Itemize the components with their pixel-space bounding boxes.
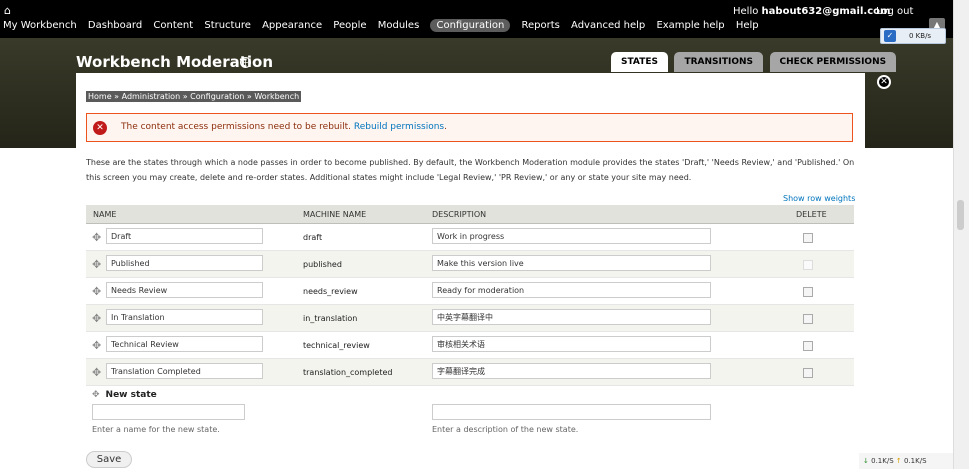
new-state-description-input[interactable] bbox=[432, 404, 711, 420]
header-description: DESCRIPTION bbox=[432, 210, 487, 219]
table-row: ✥ Technical Review technical_review 审核相关… bbox=[86, 332, 854, 359]
drag-handle-icon[interactable]: ✥ bbox=[92, 366, 101, 379]
network-status: ↓ 0.1K/S ↑ 0.1K/S bbox=[859, 453, 953, 469]
nav-item-appearance[interactable]: Appearance bbox=[262, 20, 322, 31]
upload-speed: 0.1K/S bbox=[903, 457, 927, 465]
error-suffix: . bbox=[444, 122, 447, 132]
tab-states[interactable]: STATES bbox=[611, 52, 668, 72]
drag-handle-icon[interactable]: ✥ bbox=[92, 258, 101, 271]
state-description-input[interactable]: Ready for moderation bbox=[432, 282, 711, 298]
machine-name: in_translation bbox=[303, 314, 358, 323]
state-description-input[interactable]: 字幕翻译完成 bbox=[432, 363, 711, 379]
greeting-prefix: Hello bbox=[733, 6, 759, 17]
tab-check-permissions[interactable]: CHECK PERMISSIONS bbox=[769, 52, 897, 72]
speed-widget: ✓ 0 KB/s bbox=[880, 28, 946, 44]
rebuild-permissions-link[interactable]: Rebuild permissions bbox=[354, 122, 444, 132]
error-icon: ✕ bbox=[93, 121, 107, 135]
user-greeting: Hello habout632@gmail.com bbox=[733, 6, 890, 17]
state-name-input[interactable]: Published bbox=[106, 255, 263, 271]
table-row: ✥ Draft draft Work in progress bbox=[86, 224, 854, 251]
close-overlay-icon[interactable]: ✕ bbox=[877, 75, 891, 89]
nav-item-dashboard[interactable]: Dashboard bbox=[88, 20, 142, 31]
logout-link[interactable]: Log out bbox=[876, 6, 913, 17]
delete-checkbox[interactable] bbox=[803, 233, 813, 243]
nav-item-advanced-help[interactable]: Advanced help bbox=[571, 20, 645, 31]
state-name-input[interactable]: Needs Review bbox=[106, 282, 263, 298]
breadcrumb[interactable]: Home » Administration » Configuration » … bbox=[86, 91, 302, 102]
state-name-input[interactable]: In Translation bbox=[106, 309, 263, 325]
drag-handle-icon[interactable]: ✥ bbox=[92, 285, 101, 298]
delete-checkbox[interactable] bbox=[803, 368, 813, 378]
delete-checkbox[interactable] bbox=[803, 287, 813, 297]
drag-handle-icon[interactable]: ✥ bbox=[92, 390, 100, 400]
download-arrow-icon: ↓ bbox=[863, 457, 869, 465]
nav-item-people[interactable]: People bbox=[333, 20, 366, 31]
error-text: The content access permissions need to b… bbox=[121, 122, 352, 132]
delete-checkbox[interactable] bbox=[803, 341, 813, 351]
machine-name: translation_completed bbox=[303, 368, 393, 377]
delete-checkbox bbox=[803, 260, 813, 270]
toolbar-nav: My Workbench Dashboard Content Structure… bbox=[3, 19, 767, 32]
nav-item-structure[interactable]: Structure bbox=[204, 20, 251, 31]
machine-name: technical_review bbox=[303, 341, 370, 350]
tab-transitions[interactable]: TRANSITIONS bbox=[674, 52, 764, 72]
new-state-name-hint: Enter a name for the new state. bbox=[92, 425, 220, 434]
nav-item-my-workbench[interactable]: My Workbench bbox=[3, 20, 77, 31]
machine-name: published bbox=[303, 260, 342, 269]
nav-item-modules[interactable]: Modules bbox=[378, 20, 420, 31]
state-description-input[interactable]: Work in progress bbox=[432, 228, 711, 244]
new-state-label: ✥ New state bbox=[92, 390, 157, 400]
new-state-label-text: New state bbox=[105, 390, 157, 400]
upload-arrow-icon: ↑ bbox=[895, 457, 902, 465]
machine-name: needs_review bbox=[303, 287, 358, 296]
table-header: NAME MACHINE NAME DESCRIPTION DELETE bbox=[86, 205, 854, 224]
nav-item-content[interactable]: Content bbox=[153, 20, 193, 31]
scrollbar-thumb[interactable] bbox=[957, 200, 964, 230]
nav-item-reports[interactable]: Reports bbox=[522, 20, 560, 31]
drag-handle-icon[interactable]: ✥ bbox=[92, 339, 101, 352]
user-email[interactable]: habout632@gmail.com bbox=[762, 6, 891, 17]
delete-checkbox[interactable] bbox=[803, 314, 813, 324]
save-button[interactable]: Save bbox=[86, 451, 132, 468]
page-scrollbar[interactable] bbox=[953, 0, 969, 469]
machine-name: draft bbox=[303, 233, 323, 242]
show-row-weights-link[interactable]: Show row weights bbox=[783, 194, 855, 203]
table-row: ✥ Needs Review needs_review Ready for mo… bbox=[86, 278, 854, 305]
state-description-input[interactable]: 中英字幕翻译中 bbox=[432, 309, 711, 325]
shortcut-add-icon[interactable]: + bbox=[240, 57, 251, 68]
table-row: ✥ Translation Completed translation_comp… bbox=[86, 359, 854, 386]
nav-item-configuration[interactable]: Configuration bbox=[430, 19, 511, 32]
header-name: NAME bbox=[93, 210, 117, 219]
state-name-input[interactable]: Technical Review bbox=[106, 336, 263, 352]
admin-toolbar: ⌂ My Workbench Dashboard Content Structu… bbox=[0, 0, 953, 38]
error-message: ✕ The content access permissions need to… bbox=[86, 113, 853, 142]
speed-text: 0 KB/s bbox=[909, 32, 932, 40]
drag-handle-icon[interactable]: ✥ bbox=[92, 312, 101, 325]
table-row: ✥ Published published Make this version … bbox=[86, 251, 854, 278]
state-name-input[interactable]: Translation Completed bbox=[106, 363, 263, 379]
header-machine-name: MACHINE NAME bbox=[303, 210, 367, 219]
new-state-description-hint: Enter a description of the new state. bbox=[432, 425, 579, 434]
table-row: ✥ In Translation in_translation 中英字幕翻译中 bbox=[86, 305, 854, 332]
nav-item-help[interactable]: Help bbox=[736, 20, 759, 31]
download-speed: 0.1K/S bbox=[871, 457, 894, 465]
state-description-input[interactable]: 审核相关术语 bbox=[432, 336, 711, 352]
drag-handle-icon[interactable]: ✥ bbox=[92, 231, 101, 244]
state-name-input[interactable]: Draft bbox=[106, 228, 263, 244]
header-delete: DELETE bbox=[796, 210, 827, 219]
home-icon[interactable]: ⌂ bbox=[4, 4, 11, 17]
nav-item-example-help[interactable]: Example help bbox=[656, 20, 724, 31]
new-state-name-input[interactable] bbox=[92, 404, 245, 420]
speed-arrow-icon: ✓ bbox=[884, 30, 896, 42]
state-description-input[interactable]: Make this version live bbox=[432, 255, 711, 271]
primary-tabs: STATES TRANSITIONS CHECK PERMISSIONS bbox=[611, 52, 899, 72]
page-description: These are the states through which a nod… bbox=[86, 158, 855, 182]
